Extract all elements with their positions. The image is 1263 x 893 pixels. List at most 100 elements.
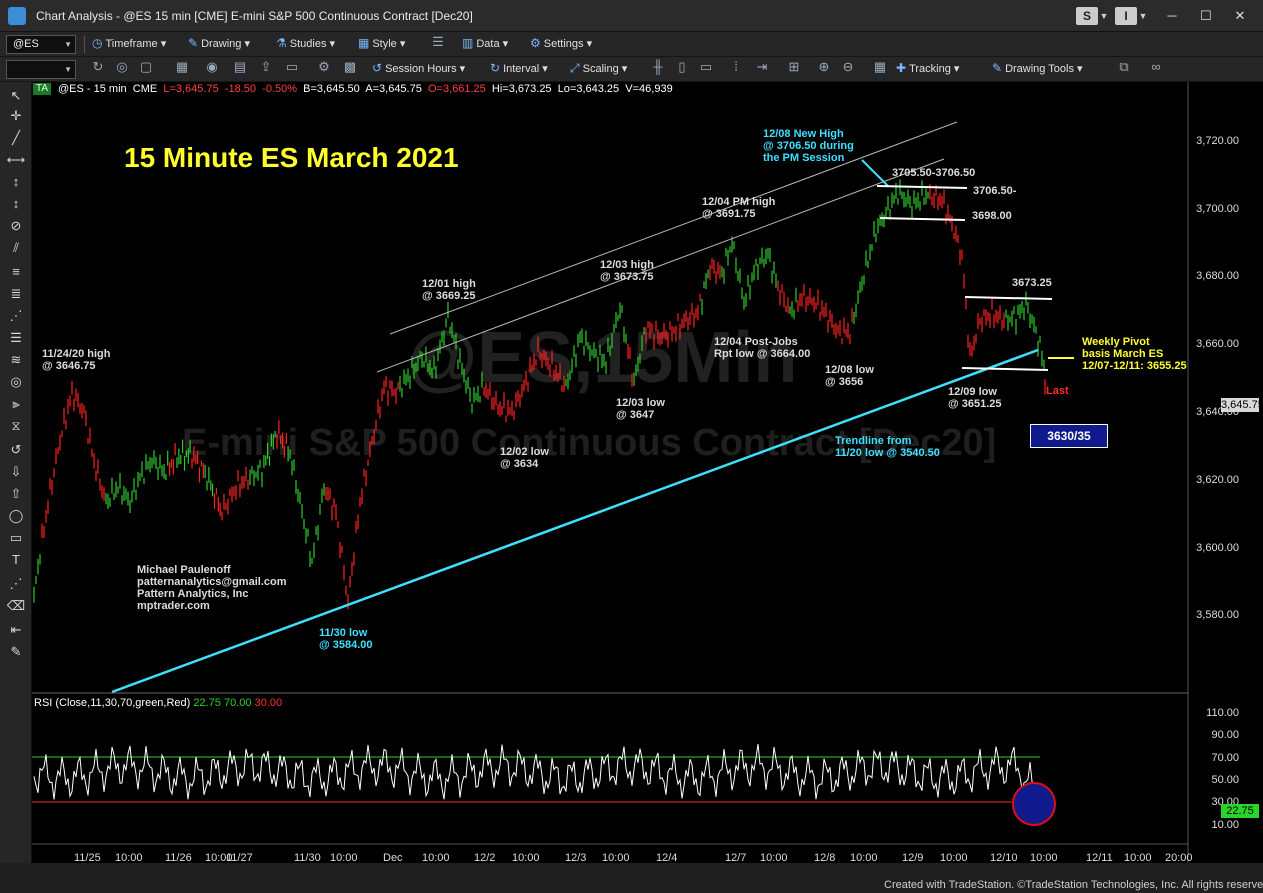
candle-hollow-icon[interactable]: ▭ bbox=[696, 57, 716, 77]
ray-icon[interactable]: ↕ bbox=[5, 194, 27, 214]
export-icon[interactable]: ⇪ bbox=[256, 57, 276, 77]
layout-icon[interactable]: ☰ bbox=[428, 32, 448, 52]
vertical-line-icon[interactable]: ↕ bbox=[5, 172, 27, 192]
pointer-icon[interactable]: ↖ bbox=[5, 86, 27, 106]
close-button[interactable]: ✕ bbox=[1228, 6, 1252, 26]
annotation-text: 12/03 high @ 3673.75 bbox=[600, 259, 654, 283]
speed-lines-icon[interactable]: ◎ bbox=[5, 372, 27, 392]
minimize-button[interactable]: ─ bbox=[1160, 6, 1184, 26]
chart-title: 15 Minute ES March 2021 bbox=[124, 142, 459, 173]
drawing-label: Drawing bbox=[201, 38, 242, 50]
session-hours-label: Session Hours bbox=[385, 63, 457, 75]
annotation-text: Michael Paulenoff patternanalytics@gmail… bbox=[137, 564, 287, 612]
drawing-menu[interactable]: ✎ Drawing ▾ bbox=[188, 32, 250, 54]
andrews-pitchfork-icon[interactable]: ⫸ bbox=[5, 394, 27, 414]
style-menu[interactable]: ▦ Style ▾ bbox=[358, 32, 405, 54]
fib-arcs-icon[interactable]: ≋ bbox=[5, 350, 27, 370]
angle-icon[interactable]: ⊘ bbox=[5, 216, 27, 236]
zoom-in-icon[interactable]: ⊕ bbox=[814, 57, 834, 77]
bars-icon: ▥ bbox=[462, 36, 474, 50]
price-label: 3,600.00 bbox=[1196, 542, 1239, 554]
fib-time-icon[interactable]: ☰ bbox=[5, 328, 27, 348]
indent-icon[interactable]: ⇥ bbox=[752, 57, 772, 77]
pencil-icon[interactable]: ⋰ bbox=[5, 574, 27, 594]
arrow-down-icon[interactable]: ⇩ bbox=[5, 462, 27, 482]
sync-icon[interactable]: ◎ bbox=[112, 57, 132, 77]
gann-fan-icon[interactable]: ⋰ bbox=[5, 306, 27, 326]
crosshair-icon: ✚ bbox=[896, 61, 907, 75]
rsi-oversold: 30.00 bbox=[254, 697, 283, 709]
timeframe-menu[interactable]: ◷ Timeframe ▾ bbox=[92, 32, 166, 54]
window-icon[interactable]: ▢ bbox=[136, 57, 156, 77]
chart-canvas[interactable] bbox=[32, 82, 1263, 863]
options-icon[interactable]: ⚙ bbox=[314, 57, 334, 77]
fib-extension-icon[interactable]: ≣ bbox=[5, 284, 27, 304]
annotation-1208-new-high: 12/08 New High @ 3706.50 during the PM S… bbox=[763, 128, 854, 164]
crosshair-icon[interactable]: ✛ bbox=[5, 106, 27, 126]
rectangle-icon[interactable]: ▭ bbox=[5, 528, 27, 548]
fit-icon[interactable]: ⊞ bbox=[784, 57, 804, 77]
window-title: Chart Analysis - @ES 15 min [CME] E-mini… bbox=[36, 9, 473, 23]
zoom-out-icon[interactable]: ⊖ bbox=[838, 57, 858, 77]
header-low: Lo=3,643.25 bbox=[557, 83, 620, 95]
data-menu[interactable]: ▥ Data ▾ bbox=[462, 32, 508, 54]
scaling-menu[interactable]: ⤢ Scaling ▾ bbox=[570, 57, 627, 79]
horizontal-line-icon[interactable]: ⟷ bbox=[5, 150, 27, 170]
target-icon[interactable]: ◉ bbox=[202, 57, 222, 77]
studies-menu[interactable]: ⚗ Studies ▾ bbox=[276, 32, 335, 54]
link-icon[interactable]: ∞ bbox=[1146, 57, 1166, 77]
tracking-grid-icon[interactable]: ▦ bbox=[870, 57, 890, 77]
settings-menu[interactable]: ⚙ Settings ▾ bbox=[530, 32, 592, 54]
annotation-trendline: Trendline from 11/20 low @ 3540.50 bbox=[835, 435, 940, 459]
annotation-text: 12/03 low @ 3647 bbox=[616, 397, 665, 421]
session-hours-menu[interactable]: ↺ Session Hours ▾ bbox=[372, 57, 465, 79]
drawing-tools-menu[interactable]: ✎ Drawing Tools ▾ bbox=[992, 57, 1083, 79]
grid-icon[interactable]: ▦ bbox=[172, 57, 192, 77]
chevron-down-icon: ▼ bbox=[64, 40, 72, 49]
text-icon[interactable]: T bbox=[5, 550, 27, 570]
arrow-up-icon[interactable]: ⇧ bbox=[5, 484, 27, 504]
channel-icon[interactable]: ⫽ bbox=[5, 238, 27, 258]
ta-badge[interactable]: TA bbox=[33, 83, 52, 95]
page-icon[interactable]: ▤ bbox=[230, 57, 250, 77]
rsi-name: RSI (Close,11,30,70,green,Red) bbox=[34, 697, 191, 709]
i-button[interactable]: I bbox=[1115, 7, 1137, 25]
s-dropdown-icon[interactable]: ▼ bbox=[1099, 7, 1109, 25]
regression-icon[interactable]: ⧖ bbox=[5, 416, 27, 436]
chart-symbol-line: @ES - 15 min CME L=3,645.75 -18.50 -0.50… bbox=[58, 83, 673, 95]
price-label: 3,720.00 bbox=[1196, 135, 1239, 147]
refresh-icon[interactable]: ↻ bbox=[88, 57, 108, 77]
rsi-overbought: 70.00 bbox=[223, 697, 252, 709]
rsi-axis-label: 50.00 bbox=[1211, 774, 1239, 786]
new-window-icon[interactable]: ⧉ bbox=[1114, 57, 1134, 77]
candle-icon[interactable]: ▯ bbox=[672, 57, 692, 77]
maximize-button[interactable]: ☐ bbox=[1194, 6, 1218, 26]
arc-icon[interactable]: ↺ bbox=[5, 440, 27, 460]
table-icon[interactable]: ▩ bbox=[340, 57, 360, 77]
chart-area[interactable]: @ES,15Min E-mini S&P 500 Continuous Cont… bbox=[32, 82, 1263, 864]
title-bar: Chart Analysis - @ES 15 min [CME] E-mini… bbox=[0, 0, 1263, 32]
collapse-icon[interactable]: ⇤ bbox=[5, 620, 27, 640]
price-label: 3,660.00 bbox=[1196, 338, 1239, 350]
secondary-toolbar: ▼ ↻ ◎ ▢ ▦ ◉ ▤ ⇪ ▭ ⚙ ▩ ↺ Session Hours ▾ ↻… bbox=[0, 57, 1263, 82]
tracking-menu[interactable]: ✚ Tracking ▾ bbox=[896, 57, 959, 79]
ellipse-icon[interactable]: ◯ bbox=[5, 506, 27, 526]
interval-menu[interactable]: ↻ Interval ▾ bbox=[490, 57, 548, 79]
eraser-icon[interactable]: ⌫ bbox=[5, 596, 27, 616]
annotation-1201-high: 12/01 high @ 3669.25 bbox=[422, 278, 476, 302]
dots-icon[interactable]: ⁞ bbox=[726, 57, 746, 77]
i-dropdown-icon[interactable]: ▼ bbox=[1138, 7, 1148, 25]
rsi-axis-label: 110.00 bbox=[1206, 707, 1239, 719]
trendline-icon[interactable]: ╱ bbox=[5, 128, 27, 148]
scaling-label: Scaling bbox=[582, 63, 619, 75]
symbol-combo[interactable]: @ES ▼ bbox=[6, 35, 76, 54]
edit-icon[interactable]: ✎ bbox=[5, 642, 27, 662]
interval-combo[interactable]: ▼ bbox=[6, 60, 76, 79]
annotation-1124-high: 11/24/20 high @ 3646.75 bbox=[42, 348, 110, 372]
s-button[interactable]: S bbox=[1076, 7, 1098, 25]
chevron-down-icon: ▼ bbox=[64, 65, 72, 74]
annotation-1203-low: 12/03 low @ 3647 bbox=[616, 397, 665, 421]
doc-icon[interactable]: ▭ bbox=[282, 57, 302, 77]
fib-retracement-icon[interactable]: ≡ bbox=[5, 262, 27, 282]
bar-chart-icon[interactable]: ╫ bbox=[648, 57, 668, 77]
